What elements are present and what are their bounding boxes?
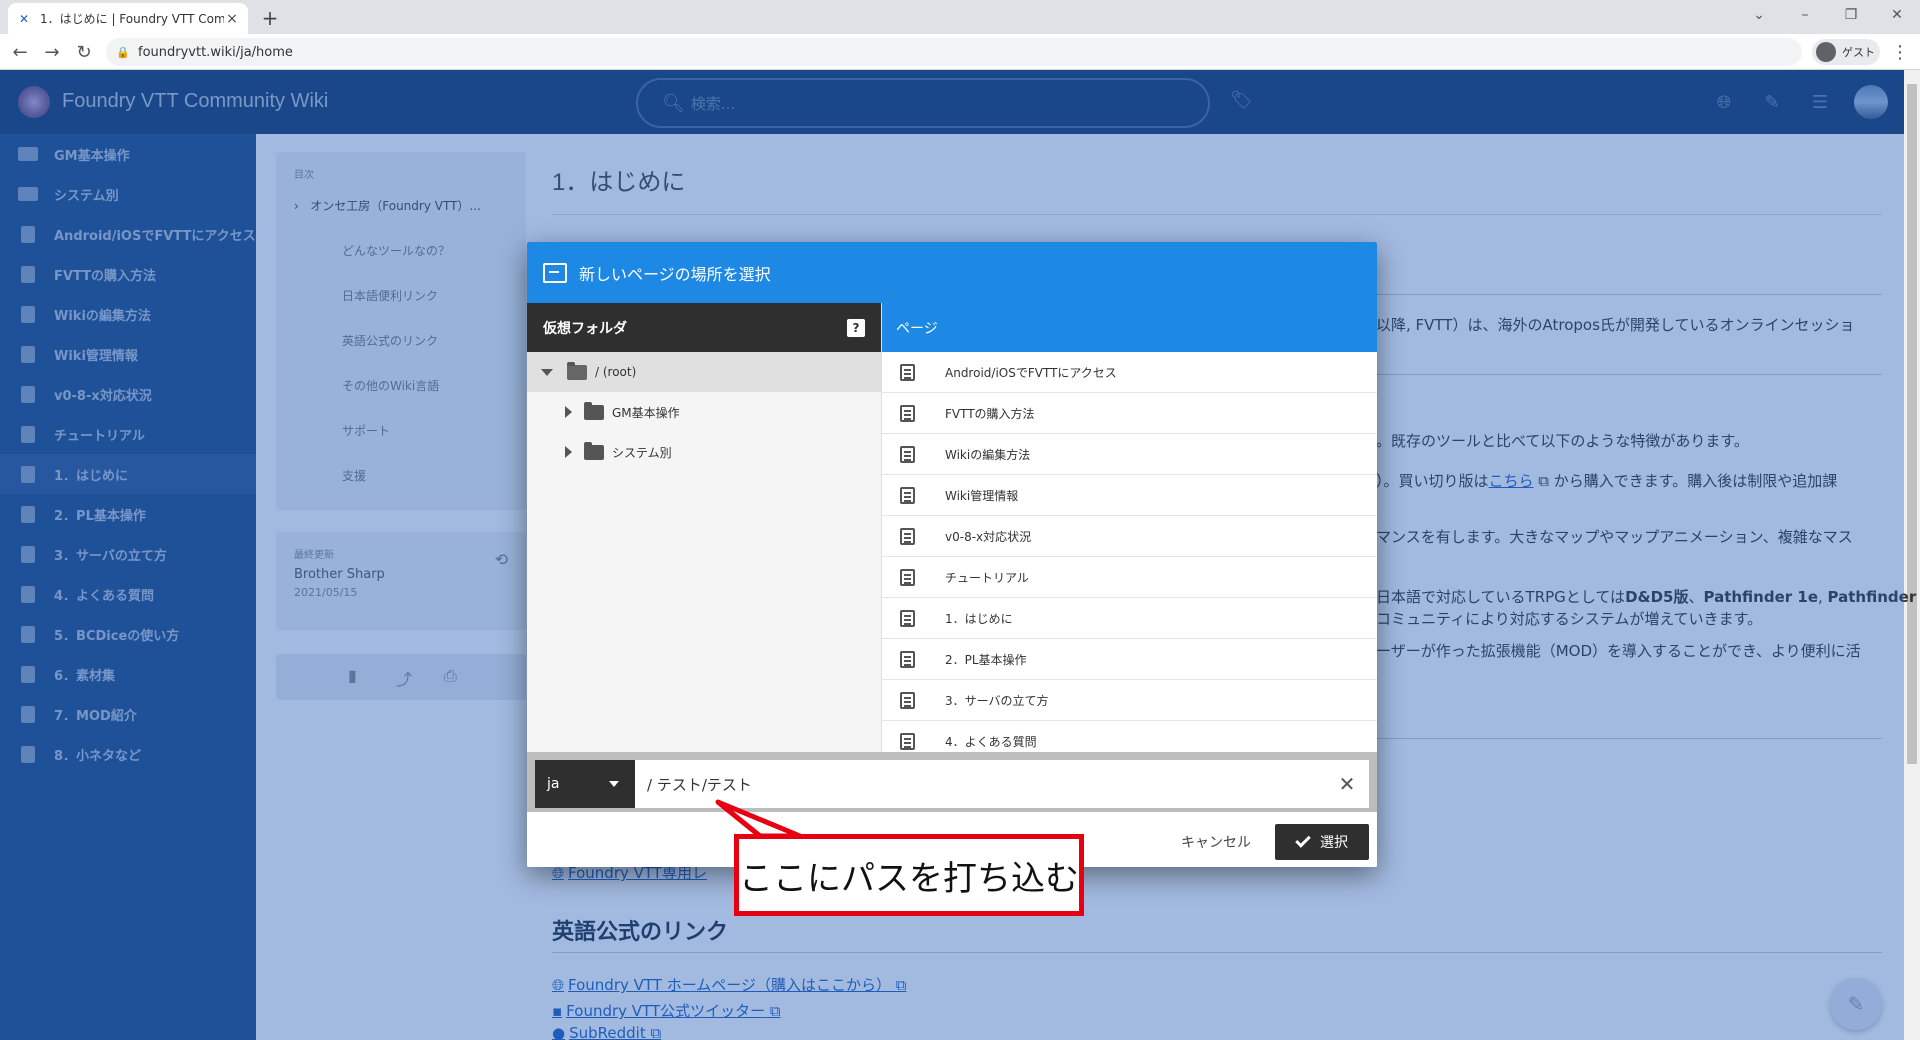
- lock-icon: 🔒: [116, 45, 130, 59]
- path-input[interactable]: [635, 760, 1369, 808]
- page-scrollbar[interactable]: [1904, 70, 1920, 1040]
- minimize-button[interactable]: –: [1782, 0, 1828, 30]
- dropdown-arrow-icon: [609, 781, 619, 787]
- document-icon: [900, 527, 915, 545]
- page-item-label: v0-8-x対応状況: [945, 529, 1032, 544]
- page-select-icon: [543, 262, 567, 283]
- dialog-title: 新しいページの場所を選択: [579, 264, 771, 284]
- profile-label: ゲスト: [1842, 46, 1875, 59]
- dialog-header: 新しいページの場所を選択: [527, 242, 1377, 303]
- tree-folder-label: システム別: [612, 445, 672, 460]
- collapsed-arrow-icon[interactable]: [565, 446, 572, 458]
- collapsed-arrow-icon[interactable]: [565, 406, 572, 418]
- favicon-icon: ✕: [18, 11, 30, 26]
- tab-title: 1．はじめに | Foundry VTT Comm: [40, 12, 224, 26]
- tree-folder[interactable]: GM基本操作: [527, 392, 881, 432]
- cancel-button[interactable]: キャンセル: [1167, 824, 1265, 860]
- document-icon: [900, 732, 915, 750]
- document-icon: [900, 650, 915, 668]
- tree-root-label: / (root): [595, 365, 637, 379]
- close-tab-icon[interactable]: ×: [224, 11, 240, 27]
- page-list-item[interactable]: Wikiの編集方法: [882, 434, 1377, 475]
- folder-pane: 仮想フォルダ ? / (root) GM基本操作 システム別: [527, 303, 881, 752]
- folder-icon: [584, 401, 604, 420]
- page-item-label: Wikiの編集方法: [945, 447, 1031, 462]
- page-item-label: 4．よくある質問: [945, 734, 1037, 749]
- select-button[interactable]: 選択: [1275, 824, 1369, 860]
- scrollbar-thumb[interactable]: [1907, 84, 1917, 764]
- page-list-item[interactable]: 4．よくある質問: [882, 721, 1377, 752]
- back-arrow-icon[interactable]: ←: [8, 40, 32, 64]
- tree-root[interactable]: / (root): [527, 352, 881, 392]
- document-icon: [900, 363, 915, 381]
- page-item-label: チュートリアル: [945, 570, 1029, 585]
- select-label: 選択: [1320, 835, 1348, 851]
- dialog-body: 仮想フォルダ ? / (root) GM基本操作 システム別 ページ Andro…: [527, 303, 1377, 752]
- page-list-item[interactable]: Android/iOSでFVTTにアクセス: [882, 352, 1377, 393]
- restore-button[interactable]: ❐: [1828, 0, 1874, 30]
- clear-icon[interactable]: ✕: [1335, 772, 1359, 796]
- page-list-item[interactable]: 1．はじめに: [882, 598, 1377, 639]
- tab-search-icon[interactable]: ⌄: [1736, 0, 1782, 30]
- document-icon: [900, 691, 915, 709]
- locale-select[interactable]: ja: [535, 760, 635, 808]
- document-icon: [900, 445, 915, 463]
- page-list-item[interactable]: チュートリアル: [882, 557, 1377, 598]
- tree-folder[interactable]: システム別: [527, 432, 881, 472]
- pages-pane: ページ Android/iOSでFVTTにアクセス FVTTの購入方法 Wikiの編…: [881, 303, 1377, 752]
- page-item-label: Android/iOSでFVTTにアクセス: [945, 365, 1117, 380]
- folder-open-icon: [567, 361, 587, 380]
- page-item-label: 2．PL基本操作: [945, 652, 1027, 667]
- document-icon: [900, 486, 915, 504]
- page-item-label: 3．サーバの立て方: [945, 693, 1049, 708]
- pages-list: Android/iOSでFVTTにアクセス FVTTの購入方法 Wikiの編集方法 W…: [882, 352, 1377, 752]
- folder-pane-title: 仮想フォルダ: [543, 320, 627, 337]
- profile-avatar-icon: [1816, 42, 1836, 62]
- folder-pane-header: 仮想フォルダ ?: [527, 303, 881, 352]
- path-bar: ja ✕: [527, 752, 1377, 812]
- page-list-item[interactable]: Wiki管理情報: [882, 475, 1377, 516]
- profile-button[interactable]: ゲスト: [1812, 39, 1880, 65]
- url-field[interactable]: 🔒 foundryvtt.wiki/ja/home: [106, 38, 1802, 66]
- browser-tabstrip: ✕ 1．はじめに | Foundry VTT Comm × + ⌄ – ❐ ✕: [0, 0, 1920, 34]
- url-text: foundryvtt.wiki/ja/home: [138, 44, 293, 60]
- folder-icon: [584, 441, 604, 460]
- page-list-item[interactable]: v0-8-x対応状況: [882, 516, 1377, 557]
- page-item-label: 1．はじめに: [945, 611, 1013, 626]
- address-bar: ← → ↻ 🔒 foundryvtt.wiki/ja/home ゲスト ⋮: [0, 34, 1920, 70]
- forward-arrow-icon[interactable]: →: [40, 40, 64, 64]
- browser-tab[interactable]: ✕ 1．はじめに | Foundry VTT Comm ×: [8, 3, 248, 34]
- document-icon: [900, 609, 915, 627]
- document-icon: [900, 568, 915, 586]
- annotation-callout: ここにパスを打ち込む: [734, 834, 1084, 916]
- expand-arrow-icon[interactable]: [541, 368, 553, 376]
- page-list-item[interactable]: 2．PL基本操作: [882, 639, 1377, 680]
- page-list-item[interactable]: 3．サーバの立て方: [882, 680, 1377, 721]
- help-icon[interactable]: ?: [847, 318, 865, 337]
- tree-folder-label: GM基本操作: [612, 405, 680, 420]
- document-icon: [900, 404, 915, 422]
- page-list-item[interactable]: FVTTの購入方法: [882, 393, 1377, 434]
- browser-menu-icon[interactable]: ⋮: [1888, 40, 1912, 64]
- page-item-label: FVTTの購入方法: [945, 406, 1035, 421]
- pages-pane-header: ページ: [882, 303, 1377, 352]
- check-icon: [1295, 832, 1311, 848]
- page-location-dialog: 新しいページの場所を選択 仮想フォルダ ? / (root) GM基本操作 シス…: [527, 242, 1377, 867]
- new-tab-button[interactable]: +: [258, 6, 282, 30]
- modal-backdrop-header: [0, 70, 1904, 134]
- close-window-button[interactable]: ✕: [1874, 0, 1920, 30]
- reload-icon[interactable]: ↻: [72, 40, 96, 64]
- page-item-label: Wiki管理情報: [945, 488, 1019, 503]
- locale-value: ja: [547, 776, 560, 792]
